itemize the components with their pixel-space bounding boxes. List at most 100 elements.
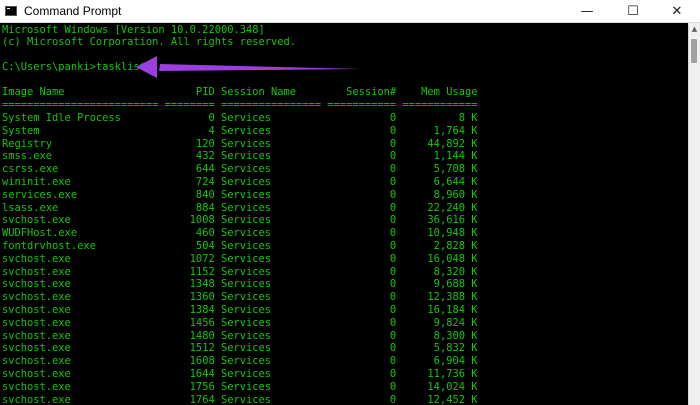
table-row: csrss.exe 644 Services 0 5,708 K bbox=[2, 163, 477, 176]
cell-pid: 1608 bbox=[164, 355, 221, 368]
cell-session-num: 0 bbox=[327, 355, 403, 368]
cell-pid: 644 bbox=[164, 163, 221, 176]
table-header: Image Name PID Session Name Session# Mem… bbox=[2, 86, 477, 99]
cell-session-num: 0 bbox=[327, 265, 403, 278]
table-row: services.exe 840 Services 0 8,960 K bbox=[2, 189, 477, 202]
cell-session-name: Services bbox=[220, 163, 328, 176]
title-bar[interactable]: Command Prompt — ☐ ✕ bbox=[0, 0, 700, 23]
scrollbar-thumb[interactable] bbox=[691, 39, 697, 63]
cell-image-name: svchost.exe bbox=[2, 316, 165, 329]
cell-pid: 1008 bbox=[164, 214, 221, 227]
cell-pid: 1764 bbox=[164, 393, 221, 405]
table-row: WUDFHost.exe 460 Services 0 10,948 K bbox=[2, 227, 477, 240]
cell-mem-usage: 44,892 K bbox=[402, 137, 478, 150]
cell-session-num: 0 bbox=[327, 163, 403, 176]
cell-session-num: 0 bbox=[327, 393, 403, 405]
col-pid: PID bbox=[164, 86, 221, 98]
cell-mem-usage: 8,960 K bbox=[402, 188, 478, 201]
col-image-name: Image Name bbox=[2, 86, 165, 98]
command-line: C:\Users\panki>tasklist bbox=[2, 61, 146, 74]
cell-image-name: svchost.exe bbox=[2, 342, 165, 355]
table-row: svchost.exe 1152 Services 0 8,320 K bbox=[2, 266, 477, 279]
cell-image-name: fontdrvhost.exe bbox=[2, 240, 165, 252]
table-row: svchost.exe 1456 Services 0 9,824 K bbox=[2, 317, 477, 330]
cell-mem-usage: 9,824 K bbox=[402, 316, 478, 329]
cell-mem-usage: 1,144 K bbox=[402, 150, 478, 163]
cell-session-name: Services bbox=[220, 227, 328, 240]
cell-pid: 1360 bbox=[164, 291, 221, 304]
table-row: System 4 Services 0 1,764 K bbox=[2, 125, 477, 138]
table-row: svchost.exe 1756 Services 0 14,024 K bbox=[2, 381, 477, 394]
vertical-scrollbar[interactable]: ▲ bbox=[688, 23, 700, 405]
cell-mem-usage: 5,832 K bbox=[402, 342, 478, 355]
cell-session-name: Services bbox=[220, 291, 328, 304]
terminal-icon bbox=[5, 6, 17, 16]
cell-session-name: Services bbox=[220, 124, 328, 137]
cell-session-num: 0 bbox=[327, 252, 403, 265]
table-row: svchost.exe 1348 Services 0 9,688 K bbox=[2, 278, 477, 291]
cell-mem-usage: 8,300 K bbox=[402, 329, 478, 342]
cell-mem-usage: 9,688 K bbox=[402, 278, 478, 291]
close-button[interactable]: ✕ bbox=[654, 0, 700, 22]
cell-image-name: services.exe bbox=[2, 188, 165, 201]
cell-pid: 1384 bbox=[164, 304, 221, 316]
command-prompt-window: Command Prompt — ☐ ✕ Microsoft Windows [… bbox=[0, 0, 700, 405]
cell-pid: 432 bbox=[164, 150, 221, 163]
cell-session-name: Services bbox=[220, 380, 328, 393]
console-output[interactable]: Microsoft Windows [Version 10.0.22000.34… bbox=[0, 23, 688, 405]
cell-session-name: Services bbox=[220, 137, 328, 150]
table-row: svchost.exe 1384 Services 0 16,184 K bbox=[2, 304, 477, 317]
cell-image-name: WUDFHost.exe bbox=[2, 227, 165, 240]
table-row: svchost.exe 1008 Services 0 36,616 K bbox=[2, 214, 477, 227]
cell-pid: 724 bbox=[164, 176, 221, 188]
cell-pid: 840 bbox=[164, 188, 221, 201]
cell-session-name: Services bbox=[220, 355, 328, 368]
cell-session-name: Services bbox=[220, 342, 328, 355]
cell-pid: 1072 bbox=[164, 252, 221, 265]
table-row: svchost.exe 1764 Services 0 12,452 K bbox=[2, 394, 477, 405]
cell-session-name: Services bbox=[220, 278, 328, 291]
cell-session-name: Services bbox=[220, 316, 328, 329]
cell-session-num: 0 bbox=[327, 368, 403, 380]
table-row: System Idle Process 0 Services 0 8 K bbox=[2, 112, 477, 125]
minimize-button[interactable]: — bbox=[564, 0, 610, 22]
table-row: svchost.exe 1512 Services 0 5,832 K bbox=[2, 342, 477, 355]
cell-image-name: svchost.exe bbox=[2, 265, 165, 278]
table-row: fontdrvhost.exe 504 Services 0 2,828 K bbox=[2, 240, 477, 253]
cell-session-num: 0 bbox=[327, 291, 403, 304]
cell-session-name: Services bbox=[220, 214, 328, 227]
cell-session-num: 0 bbox=[327, 150, 403, 163]
cell-pid: 1152 bbox=[164, 265, 221, 278]
cell-session-num: 0 bbox=[327, 188, 403, 201]
cell-image-name: svchost.exe bbox=[2, 291, 165, 304]
cell-image-name: svchost.exe bbox=[2, 380, 165, 393]
cell-pid: 4 bbox=[164, 124, 221, 137]
cell-session-num: 0 bbox=[327, 240, 403, 252]
maximize-button[interactable]: ☐ bbox=[610, 0, 656, 22]
cell-image-name: svchost.exe bbox=[2, 214, 165, 227]
cell-session-num: 0 bbox=[327, 176, 403, 188]
cell-session-name: Services bbox=[220, 240, 328, 252]
table-separator: ========================= ======== =====… bbox=[2, 99, 478, 111]
cell-image-name: Registry bbox=[2, 137, 165, 150]
scroll-up-icon[interactable]: ▲ bbox=[689, 25, 700, 37]
cell-mem-usage: 6,644 K bbox=[402, 176, 478, 188]
version-line: Microsoft Windows [Version 10.0.22000.34… bbox=[2, 24, 265, 36]
copyright-line: (c) Microsoft Corporation. All rights re… bbox=[2, 36, 297, 48]
window-title: Command Prompt bbox=[24, 4, 122, 18]
cell-session-num: 0 bbox=[327, 227, 403, 240]
cell-mem-usage: 11,736 K bbox=[402, 368, 478, 380]
cell-session-num: 0 bbox=[327, 380, 403, 393]
cell-mem-usage: 36,616 K bbox=[402, 214, 478, 227]
cell-session-num: 0 bbox=[327, 329, 403, 342]
cell-session-name: Services bbox=[220, 368, 328, 380]
cell-session-num: 0 bbox=[327, 112, 403, 124]
cell-mem-usage: 10,948 K bbox=[402, 227, 478, 240]
cell-image-name: svchost.exe bbox=[2, 252, 165, 265]
table-row: svchost.exe 1072 Services 0 16,048 K bbox=[2, 253, 477, 266]
cell-pid: 460 bbox=[164, 227, 221, 240]
cell-pid: 1480 bbox=[164, 329, 221, 342]
cell-session-name: Services bbox=[220, 188, 328, 201]
table-row: svchost.exe 1608 Services 0 6,904 K bbox=[2, 355, 477, 368]
table-row: svchost.exe 1644 Services 0 11,736 K bbox=[2, 368, 477, 381]
